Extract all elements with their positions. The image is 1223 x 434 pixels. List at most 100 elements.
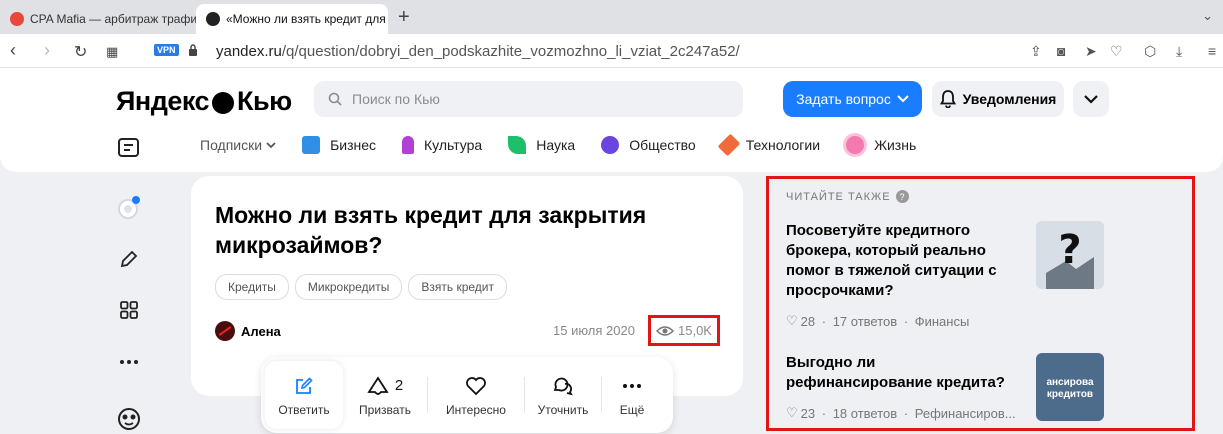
- related-question-title[interactable]: Выгодно ли рефинансирование кредита?: [786, 353, 1016, 393]
- profile-avatar[interactable]: [116, 195, 142, 221]
- likes-count: 23: [800, 405, 816, 421]
- browser-tab-cpa-mafia[interactable]: CPA Mafia — арбитраж трафи: [0, 4, 196, 34]
- category-label: Жизнь: [874, 137, 917, 153]
- business-cube-icon: [302, 136, 321, 154]
- lock-icon: [189, 44, 197, 56]
- tag-microcredits[interactable]: Микрокредиты: [294, 274, 403, 300]
- vpn-badge[interactable]: VPN: [154, 44, 179, 56]
- related-question-meta: ♡ 23 · 18 ответов · Рефинансиров...: [786, 405, 1016, 421]
- svg-text:?: ?: [1058, 227, 1081, 273]
- reload-icon[interactable]: ↻: [74, 42, 87, 62]
- read-also-heading: ЧИТАЙТЕ ТАКЖЕ ?: [786, 190, 909, 203]
- forward-arrow-icon[interactable]: ›: [44, 40, 50, 61]
- user-menu-button[interactable]: [1073, 81, 1109, 117]
- tag-take-credit[interactable]: Взять кредит: [408, 274, 507, 300]
- question-title: Можно ли взять кредит для закрытия микро…: [215, 202, 647, 258]
- related-question-item[interactable]: Посоветуйте кредитного брокера, который …: [786, 221, 1186, 331]
- browser-menu-icon[interactable]: ≡: [1208, 43, 1216, 59]
- cpa-mafia-favicon-icon: [10, 12, 24, 26]
- search-box[interactable]: [314, 81, 743, 117]
- tag-credits[interactable]: Кредиты: [215, 274, 289, 300]
- url-field[interactable]: yandex.ru/q/question/dobryi_den_podskazh…: [216, 43, 740, 60]
- separator-dot: ·: [818, 313, 830, 329]
- tab-list-chevron-icon[interactable]: ⌄: [1202, 8, 1213, 24]
- browser-tab-active[interactable]: «Можно ли взять кредит для з ✕: [196, 4, 388, 34]
- category-business[interactable]: Бизнес: [302, 136, 376, 154]
- favorite-heart-icon[interactable]: ♡: [1110, 43, 1123, 60]
- question-tags: Кредиты Микрокредиты Взять кредит: [215, 274, 507, 300]
- ask-question-button[interactable]: Задать вопрос: [783, 81, 922, 117]
- author-avatar: [215, 321, 235, 341]
- life-flower-icon: [846, 136, 865, 154]
- views-count: 15,0K: [678, 323, 712, 338]
- category-label: Наука: [536, 137, 576, 153]
- answer-button[interactable]: Ответить: [265, 361, 343, 429]
- pencil-icon: [120, 250, 138, 268]
- category-label: Общество: [629, 137, 696, 153]
- category-society[interactable]: Общество: [601, 136, 696, 154]
- subscriptions-label: Подписки: [200, 137, 263, 153]
- related-question-title[interactable]: Посоветуйте кредитного брокера, который …: [786, 221, 1016, 301]
- related-question-thumbnail: ансирова кредитов: [1036, 353, 1104, 421]
- separator-dot: ·: [900, 405, 912, 421]
- category-technology[interactable]: Технологии: [717, 133, 821, 157]
- more-rail-button[interactable]: [116, 349, 142, 375]
- chevron-down-icon: [1084, 94, 1098, 104]
- help-question-icon[interactable]: ?: [895, 190, 909, 203]
- clarify-button[interactable]: Уточнить: [525, 361, 601, 429]
- interesting-button[interactable]: Интересно: [428, 361, 524, 429]
- chevron-down-icon: [266, 141, 276, 148]
- culture-icon: [402, 136, 415, 154]
- profile-avatar-icon: [118, 196, 140, 219]
- topic-label[interactable]: Финансы: [915, 314, 970, 329]
- subscriptions-dropdown[interactable]: Подписки: [200, 137, 276, 153]
- technology-crystal-icon: [717, 133, 741, 157]
- yandex-q-logo[interactable]: Яндекс Кью: [116, 86, 292, 117]
- new-tab-icon[interactable]: +: [398, 6, 410, 29]
- category-label: Культура: [424, 137, 483, 153]
- question-author[interactable]: Алена: [215, 321, 281, 341]
- address-bar: ‹ › ↻ ▦ VPN yandex.ru/q/question/dobryi_…: [0, 34, 1223, 68]
- extensions-cube-icon[interactable]: ⬡: [1144, 43, 1156, 60]
- thumbnail-caption: ансирова кредитов: [1046, 377, 1094, 400]
- related-question-item[interactable]: Выгодно ли рефинансирование кредита? анс…: [786, 353, 1186, 423]
- question-action-bar: Ответить 2 Призвать Интересно Уточнить Е…: [261, 357, 673, 433]
- summon-button[interactable]: 2 Призвать: [343, 361, 427, 429]
- category-label: Технологии: [745, 137, 821, 153]
- url-path: /q/question/dobryi_den_podskazhite_vozmo…: [281, 43, 740, 60]
- search-input[interactable]: [352, 91, 712, 107]
- eye-icon: [656, 325, 674, 336]
- write-answer-rail-button[interactable]: [116, 246, 142, 272]
- ask-question-label: Задать вопрос: [796, 91, 891, 107]
- category-science[interactable]: Наука: [508, 136, 575, 154]
- more-actions-button[interactable]: Ещё: [602, 361, 662, 429]
- notifications-label: Уведомления: [962, 91, 1057, 107]
- apps-rail-button[interactable]: [116, 297, 142, 323]
- downloads-icon[interactable]: ⤓: [1176, 43, 1182, 60]
- feed-icon[interactable]: [118, 138, 139, 157]
- clarify-label: Уточнить: [537, 402, 589, 417]
- screenshot-camera-icon[interactable]: ◙: [1057, 43, 1065, 59]
- chevron-down-icon: [897, 95, 909, 103]
- category-life[interactable]: Жизнь: [846, 136, 916, 154]
- edit-icon: [296, 376, 313, 394]
- back-arrow-icon[interactable]: ‹: [10, 40, 16, 61]
- notifications-button[interactable]: Уведомления: [932, 81, 1064, 117]
- category-nav: Подписки Бизнес Культура Наука Общество …: [200, 133, 942, 157]
- tab-title: CPA Mafia — арбитраж трафи: [30, 12, 196, 26]
- share-icon[interactable]: ⇪: [1030, 43, 1042, 60]
- communities-rail-button[interactable]: [116, 406, 142, 432]
- interesting-label: Интересно: [446, 402, 506, 417]
- grid-icon: [120, 301, 138, 319]
- views-counter: 15,0K: [648, 315, 720, 346]
- likes-count: 28: [800, 313, 816, 329]
- category-culture[interactable]: Культура: [402, 136, 482, 154]
- topic-label[interactable]: Рефинансиров...: [915, 406, 1016, 421]
- url-domain: yandex.ru: [216, 43, 282, 60]
- yandex-q-favicon-icon: [206, 12, 220, 26]
- more-label: Ещё: [619, 402, 645, 417]
- tab-title: «Можно ли взять кредит для з: [226, 12, 388, 26]
- send-icon[interactable]: ➤: [1085, 43, 1097, 60]
- logo-text-q: Кью: [237, 86, 292, 116]
- tabs-grid-icon[interactable]: ▦: [106, 44, 118, 60]
